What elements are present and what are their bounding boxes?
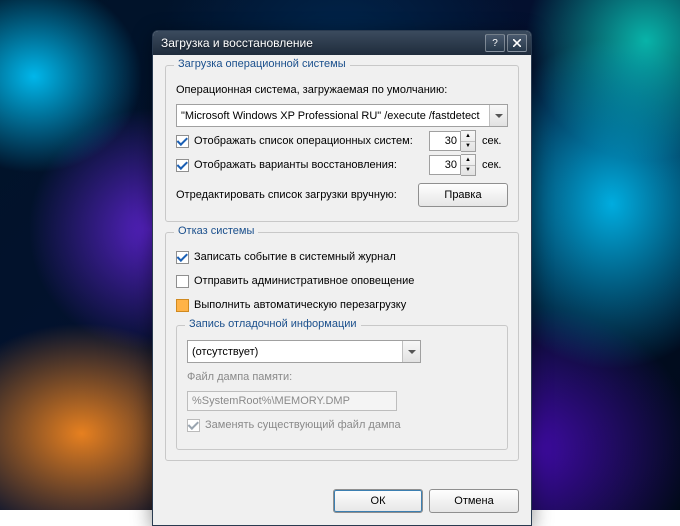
dump-file-input: %SystemRoot%\MEMORY.DMP: [187, 391, 397, 411]
show-recovery-checkbox[interactable]: [176, 159, 189, 172]
dump-type-combo[interactable]: (отсутствует): [187, 340, 421, 363]
write-event-checkbox[interactable]: [176, 251, 189, 264]
show-os-list-label: Отображать список операционных систем:: [194, 135, 429, 147]
auto-restart-label: Выполнить автоматическую перезагрузку: [194, 299, 406, 311]
overwrite-dump-checkbox: [187, 419, 200, 432]
system-failure-group: Отказ системы Записать событие в системн…: [165, 232, 519, 461]
startup-group-title: Загрузка операционной системы: [174, 58, 350, 70]
dump-file-label: Файл дампа памяти:: [187, 371, 292, 383]
sec-suffix: сек.: [482, 159, 508, 171]
ok-button[interactable]: ОК: [333, 489, 423, 513]
debug-group-title: Запись отладочной информации: [185, 318, 361, 330]
edit-boot-button[interactable]: Правка: [418, 183, 508, 207]
startup-group: Загрузка операционной системы Операционн…: [165, 65, 519, 222]
close-icon: [513, 39, 521, 47]
overwrite-dump-label: Заменять существующий файл дампа: [205, 419, 401, 431]
debug-info-group: Запись отладочной информации (отсутствуе…: [176, 325, 508, 450]
os-list-seconds-input[interactable]: [429, 131, 461, 151]
default-os-combo-button[interactable]: [489, 105, 507, 126]
default-os-combo[interactable]: "Microsoft Windows XP Professional RU" /…: [176, 104, 508, 127]
recovery-seconds-spinner[interactable]: ▲▼: [429, 155, 476, 175]
send-alert-checkbox[interactable]: [176, 275, 189, 288]
dialog-body: Загрузка операционной системы Операционн…: [153, 55, 531, 481]
write-event-label: Записать событие в системный журнал: [194, 251, 396, 263]
dump-file-value: %SystemRoot%\MEMORY.DMP: [192, 395, 350, 407]
dump-type-value: (отсутствует): [192, 346, 258, 358]
dialog-footer: ОК Отмена: [153, 481, 531, 525]
spinner-arrows[interactable]: ▲▼: [461, 154, 476, 176]
os-list-seconds-spinner[interactable]: ▲▼: [429, 131, 476, 151]
show-os-list-checkbox[interactable]: [176, 135, 189, 148]
titlebar[interactable]: Загрузка и восстановление ?: [153, 31, 531, 55]
cancel-button[interactable]: Отмена: [429, 489, 519, 513]
auto-restart-checkbox[interactable]: [176, 299, 189, 312]
help-button[interactable]: ?: [485, 34, 505, 52]
send-alert-label: Отправить административное оповещение: [194, 275, 414, 287]
chevron-down-icon: [408, 350, 416, 354]
failure-group-title: Отказ системы: [174, 225, 258, 237]
sec-suffix: сек.: [482, 135, 508, 147]
default-os-label: Операционная система, загружаемая по умо…: [176, 84, 447, 96]
spinner-arrows[interactable]: ▲▼: [461, 130, 476, 152]
default-os-value: "Microsoft Windows XP Professional RU" /…: [181, 110, 480, 122]
startup-recovery-dialog: Загрузка и восстановление ? Загрузка опе…: [152, 30, 532, 526]
chevron-down-icon: [495, 114, 503, 118]
close-button[interactable]: [507, 34, 527, 52]
window-title: Загрузка и восстановление: [161, 36, 483, 50]
show-recovery-label: Отображать варианты восстановления:: [194, 159, 429, 171]
recovery-seconds-input[interactable]: [429, 155, 461, 175]
edit-boot-label: Отредактировать список загрузки вручную:: [176, 189, 418, 201]
dump-type-combo-button[interactable]: [402, 341, 420, 362]
